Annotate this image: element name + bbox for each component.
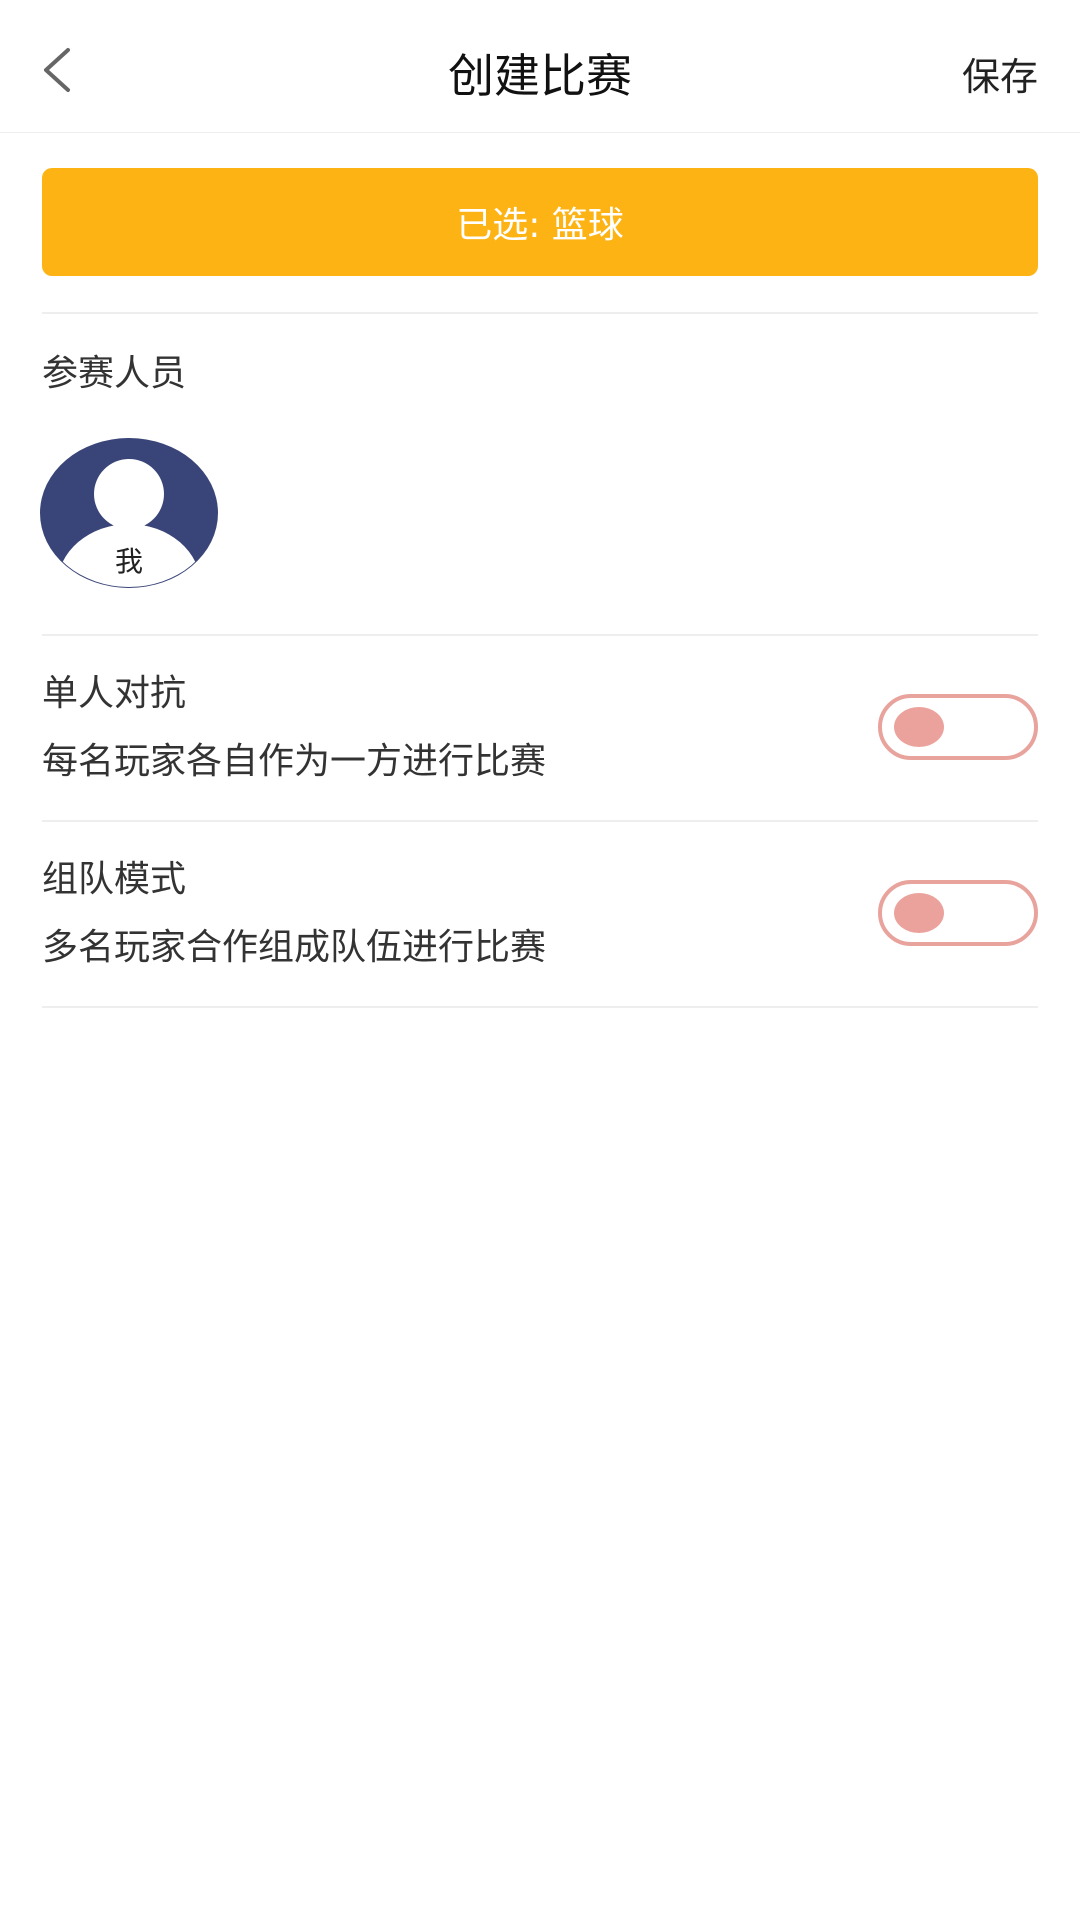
participants-label: 参赛人员: [42, 353, 187, 394]
selected-sport-label: 已选: 篮球: [456, 205, 624, 246]
mode-title: 组队模式: [42, 859, 187, 900]
mode-row-team: 组队模式 多名玩家合作组成队伍进行比赛: [42, 820, 1038, 1006]
toggle-knob: [894, 893, 944, 933]
divider: [42, 312, 1038, 314]
solo-mode-toggle[interactable]: [878, 694, 1038, 760]
mode-description: 每名玩家各自作为一方进行比赛: [42, 741, 547, 782]
selected-sport-banner[interactable]: 已选: 篮球: [42, 168, 1038, 276]
save-button[interactable]: 保存: [962, 52, 1038, 102]
mode-row-solo: 单人对抗 每名玩家各自作为一方进行比赛: [42, 634, 1038, 820]
mode-description: 多名玩家合作组成队伍进行比赛: [42, 927, 547, 968]
team-mode-toggle[interactable]: [878, 880, 1038, 946]
participant-avatar[interactable]: 我: [38, 436, 220, 590]
mode-title: 单人对抗: [42, 673, 187, 714]
page-title: 创建比赛: [448, 49, 632, 103]
toggle-knob: [894, 707, 944, 747]
divider: [42, 1006, 1038, 1008]
top-bar: 创建比赛 保存: [0, 0, 1080, 133]
participant-name: 我: [114, 545, 143, 578]
